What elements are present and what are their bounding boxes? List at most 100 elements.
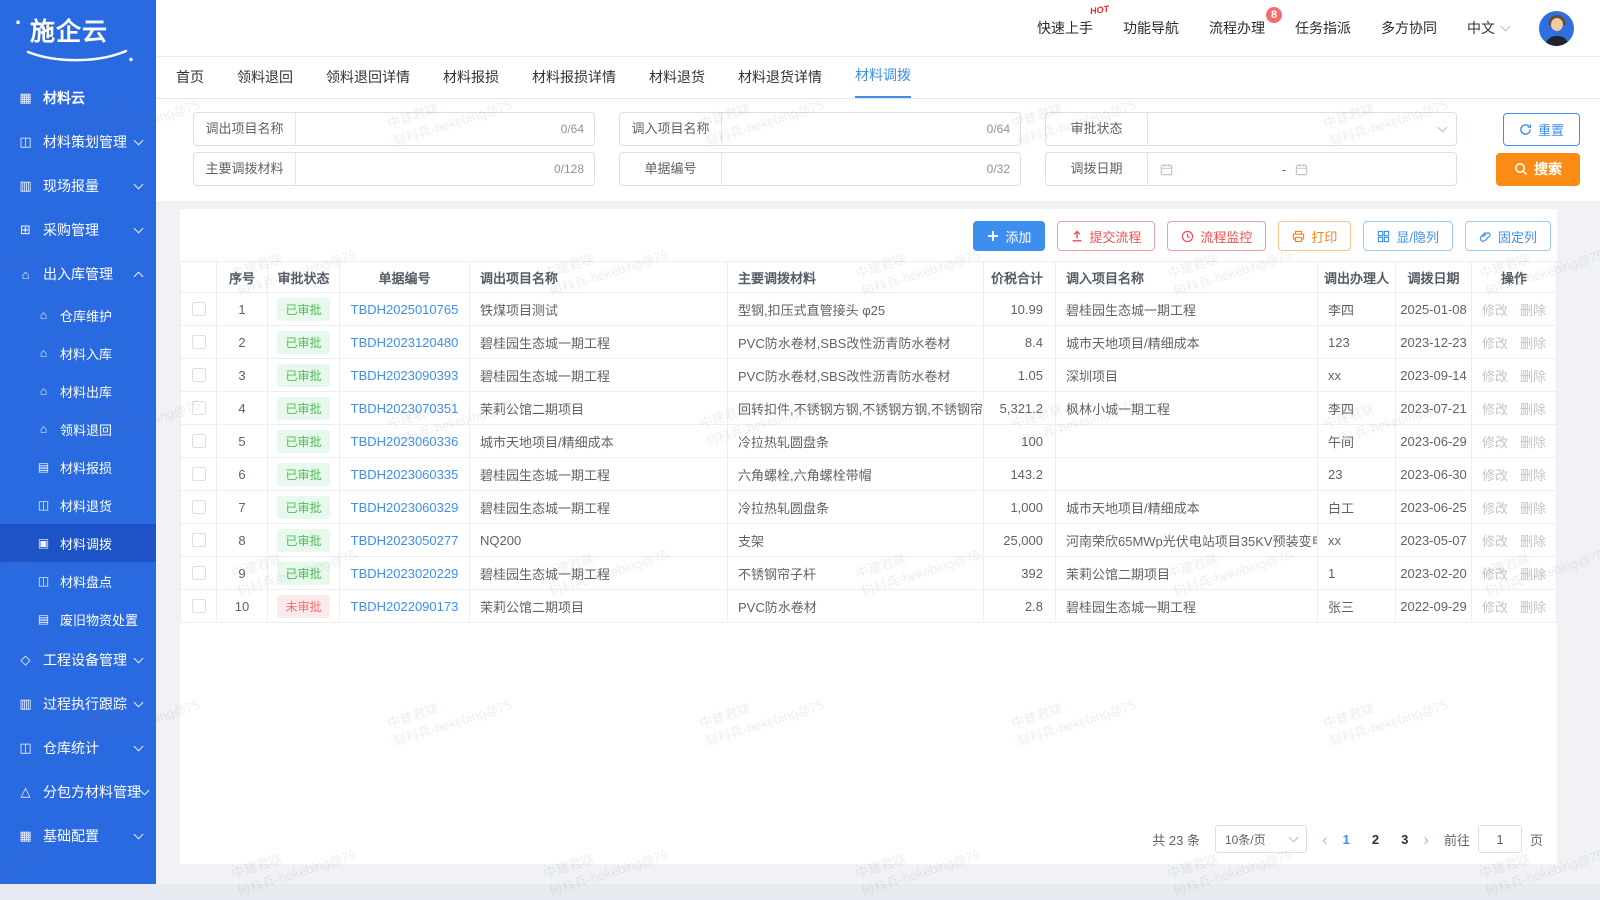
row-checkbox[interactable]	[192, 467, 206, 481]
search-button[interactable]: 搜索	[1496, 153, 1580, 186]
sidebar-item-inventory-management[interactable]: ⌂出入库管理	[0, 252, 156, 296]
date-range-field[interactable]: -	[1148, 153, 1456, 185]
doc-no-link[interactable]: TBDH2023060329	[351, 500, 459, 515]
pin-columns-button[interactable]: 固定列	[1465, 221, 1551, 251]
row-checkbox[interactable]	[192, 434, 206, 448]
row-checkbox[interactable]	[192, 335, 206, 349]
row-checkbox[interactable]	[192, 302, 206, 316]
submit-flow-button[interactable]: 提交流程	[1057, 221, 1155, 251]
edit-link[interactable]: 修改	[1482, 399, 1508, 418]
sidebar-item-material-out[interactable]: ⌂材料出库	[0, 372, 156, 410]
delete-link[interactable]: 删除	[1520, 399, 1546, 418]
tab-material-refund[interactable]: 材料退货	[649, 67, 705, 98]
row-checkbox[interactable]	[192, 533, 206, 547]
add-button[interactable]: 添加	[973, 221, 1045, 251]
sidebar-item-material-planning[interactable]: ◫材料策划管理	[0, 120, 156, 164]
page-2[interactable]: 2	[1372, 832, 1379, 847]
header-nav-feature-nav[interactable]: 功能导航	[1123, 18, 1179, 38]
tab-material-refund-detail[interactable]: 材料退货详情	[738, 67, 822, 98]
delete-link[interactable]: 删除	[1520, 597, 1546, 616]
header-nav-collaboration[interactable]: 多方协同	[1381, 18, 1437, 38]
material-input[interactable]	[306, 162, 548, 177]
page-3[interactable]: 3	[1401, 832, 1408, 847]
edit-link[interactable]: 修改	[1482, 465, 1508, 484]
next-page-button[interactable]: ›	[1423, 831, 1429, 848]
sidebar-item-procurement[interactable]: ⊞采购管理	[0, 208, 156, 252]
sidebar-item-site-report[interactable]: ▥现场报量	[0, 164, 156, 208]
sidebar-item-subcontractor-materials[interactable]: △分包方材料管理	[0, 770, 156, 814]
sidebar-item-warehouse-stats[interactable]: ◫仓库统计	[0, 726, 156, 770]
doc-no-link[interactable]: TBDH2023070351	[351, 401, 459, 416]
sidebar-item-equipment-management[interactable]: ◇工程设备管理	[0, 638, 156, 682]
edit-link[interactable]: 修改	[1482, 432, 1508, 451]
doc-no-input[interactable]	[732, 162, 981, 177]
sidebar-item-material-transfer[interactable]: ▣材料调拨	[0, 524, 156, 562]
cell-handler: xx	[1318, 524, 1396, 556]
doc-no-link[interactable]: TBDH2023060336	[351, 434, 459, 449]
in-project-input[interactable]	[732, 122, 981, 137]
doc-no-link[interactable]: TBDH2023020229	[351, 566, 459, 581]
language-selector[interactable]: 中文	[1467, 18, 1509, 38]
doc-no-link[interactable]: TBDH2025010765	[351, 302, 459, 317]
delete-link[interactable]: 删除	[1520, 366, 1546, 385]
delete-link[interactable]: 删除	[1520, 432, 1546, 451]
sidebar-item-label: 材料退货	[60, 496, 142, 515]
tab-material-damage-detail[interactable]: 材料报损详情	[532, 67, 616, 98]
doc-no-link[interactable]: TBDH2022090173	[351, 599, 459, 614]
doc-no-link[interactable]: TBDH2023050277	[351, 533, 459, 548]
print-button[interactable]: 打印	[1278, 221, 1351, 251]
approval-status-select[interactable]	[1148, 113, 1456, 145]
delete-link[interactable]: 删除	[1520, 498, 1546, 517]
row-checkbox[interactable]	[192, 566, 206, 580]
user-avatar[interactable]	[1539, 11, 1574, 46]
doc-no-link[interactable]: TBDH2023120480	[351, 335, 459, 350]
delete-link[interactable]: 删除	[1520, 564, 1546, 583]
goto-page-input[interactable]	[1478, 825, 1522, 853]
sidebar-item-material-return[interactable]: ⌂领料退回	[0, 410, 156, 448]
out-project-input[interactable]	[306, 122, 555, 137]
tab-material-damage[interactable]: 材料报损	[443, 67, 499, 98]
sidebar-item-material-in[interactable]: ⌂材料入库	[0, 334, 156, 372]
edit-link[interactable]: 修改	[1482, 564, 1508, 583]
edit-link[interactable]: 修改	[1482, 531, 1508, 550]
edit-link[interactable]: 修改	[1482, 597, 1508, 616]
page-1[interactable]: 1	[1343, 832, 1350, 847]
edit-link[interactable]: 修改	[1482, 366, 1508, 385]
delete-link[interactable]: 删除	[1520, 531, 1546, 550]
delete-link[interactable]: 删除	[1520, 300, 1546, 319]
flow-monitor-button[interactable]: 流程监控	[1167, 221, 1266, 251]
row-checkbox[interactable]	[192, 401, 206, 415]
header-nav-process-handling[interactable]: 流程办理8	[1209, 18, 1265, 38]
page-size-select[interactable]: 10条/页	[1215, 825, 1307, 853]
edit-link[interactable]: 修改	[1482, 300, 1508, 319]
sidebar-item-material-count[interactable]: ◫材料盘点	[0, 562, 156, 600]
row-checkbox[interactable]	[192, 500, 206, 514]
sidebar-item-waste-disposal[interactable]: ▤废旧物资处置	[0, 600, 156, 638]
sidebar-item-material-refund[interactable]: ◫材料退货	[0, 486, 156, 524]
doc-no-link[interactable]: TBDH2023060335	[351, 467, 459, 482]
reset-button[interactable]: 重置	[1503, 113, 1580, 146]
header-nav-quick-start[interactable]: 快速上手HOT	[1037, 18, 1093, 38]
prev-page-button[interactable]: ‹	[1322, 831, 1328, 848]
sidebar-item-material-damage[interactable]: ▤材料报损	[0, 448, 156, 486]
tab-home[interactable]: 首页	[176, 67, 204, 98]
horizontal-scrollbar[interactable]	[0, 884, 1600, 900]
delete-link[interactable]: 删除	[1520, 465, 1546, 484]
tab-picking-return[interactable]: 领料退回	[237, 67, 293, 98]
tab-material-transfer[interactable]: 材料调拨	[855, 65, 911, 98]
delete-link[interactable]: 删除	[1520, 333, 1546, 352]
row-checkbox[interactable]	[192, 368, 206, 382]
show-hide-columns-button[interactable]: 显/隐列	[1363, 221, 1453, 251]
cell-checkbox	[181, 392, 217, 424]
cell-material: 型钢,扣压式直管接头 φ25	[728, 293, 984, 325]
edit-link[interactable]: 修改	[1482, 333, 1508, 352]
sidebar-item-warehouse-maintain[interactable]: ⌂仓库维护	[0, 296, 156, 334]
tab-picking-return-detail[interactable]: 领料退回详情	[326, 67, 410, 98]
sidebar-item-material-cloud[interactable]: ▦材料云	[0, 76, 156, 120]
sidebar-item-process-tracking[interactable]: ▥过程执行跟踪	[0, 682, 156, 726]
header-nav-task-assign[interactable]: 任务指派	[1295, 18, 1351, 38]
row-checkbox[interactable]	[192, 599, 206, 613]
sidebar-item-basic-config[interactable]: ▦基础配置	[0, 814, 156, 858]
doc-no-link[interactable]: TBDH2023090393	[351, 368, 459, 383]
edit-link[interactable]: 修改	[1482, 498, 1508, 517]
